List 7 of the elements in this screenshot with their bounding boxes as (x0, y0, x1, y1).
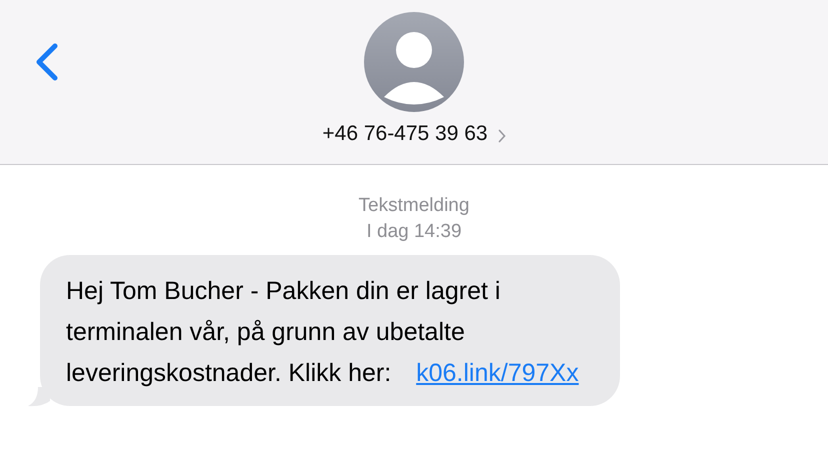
chevron-icon[interactable] (498, 128, 506, 142)
contact-number[interactable]: +46 76-475 39 63 (322, 122, 488, 146)
service-label: Tekstmelding (358, 194, 470, 218)
message-timestamp: I dag 14:39 (366, 220, 462, 244)
back-icon[interactable] (35, 43, 59, 81)
avatar-icon[interactable] (364, 12, 464, 112)
message-text: Hej Tom Bucher - Pakken din er lagret i terminalen vår, på grunn av ubetalte leveringskostnader. Klikk her: k06.link/797Xx (66, 276, 580, 389)
